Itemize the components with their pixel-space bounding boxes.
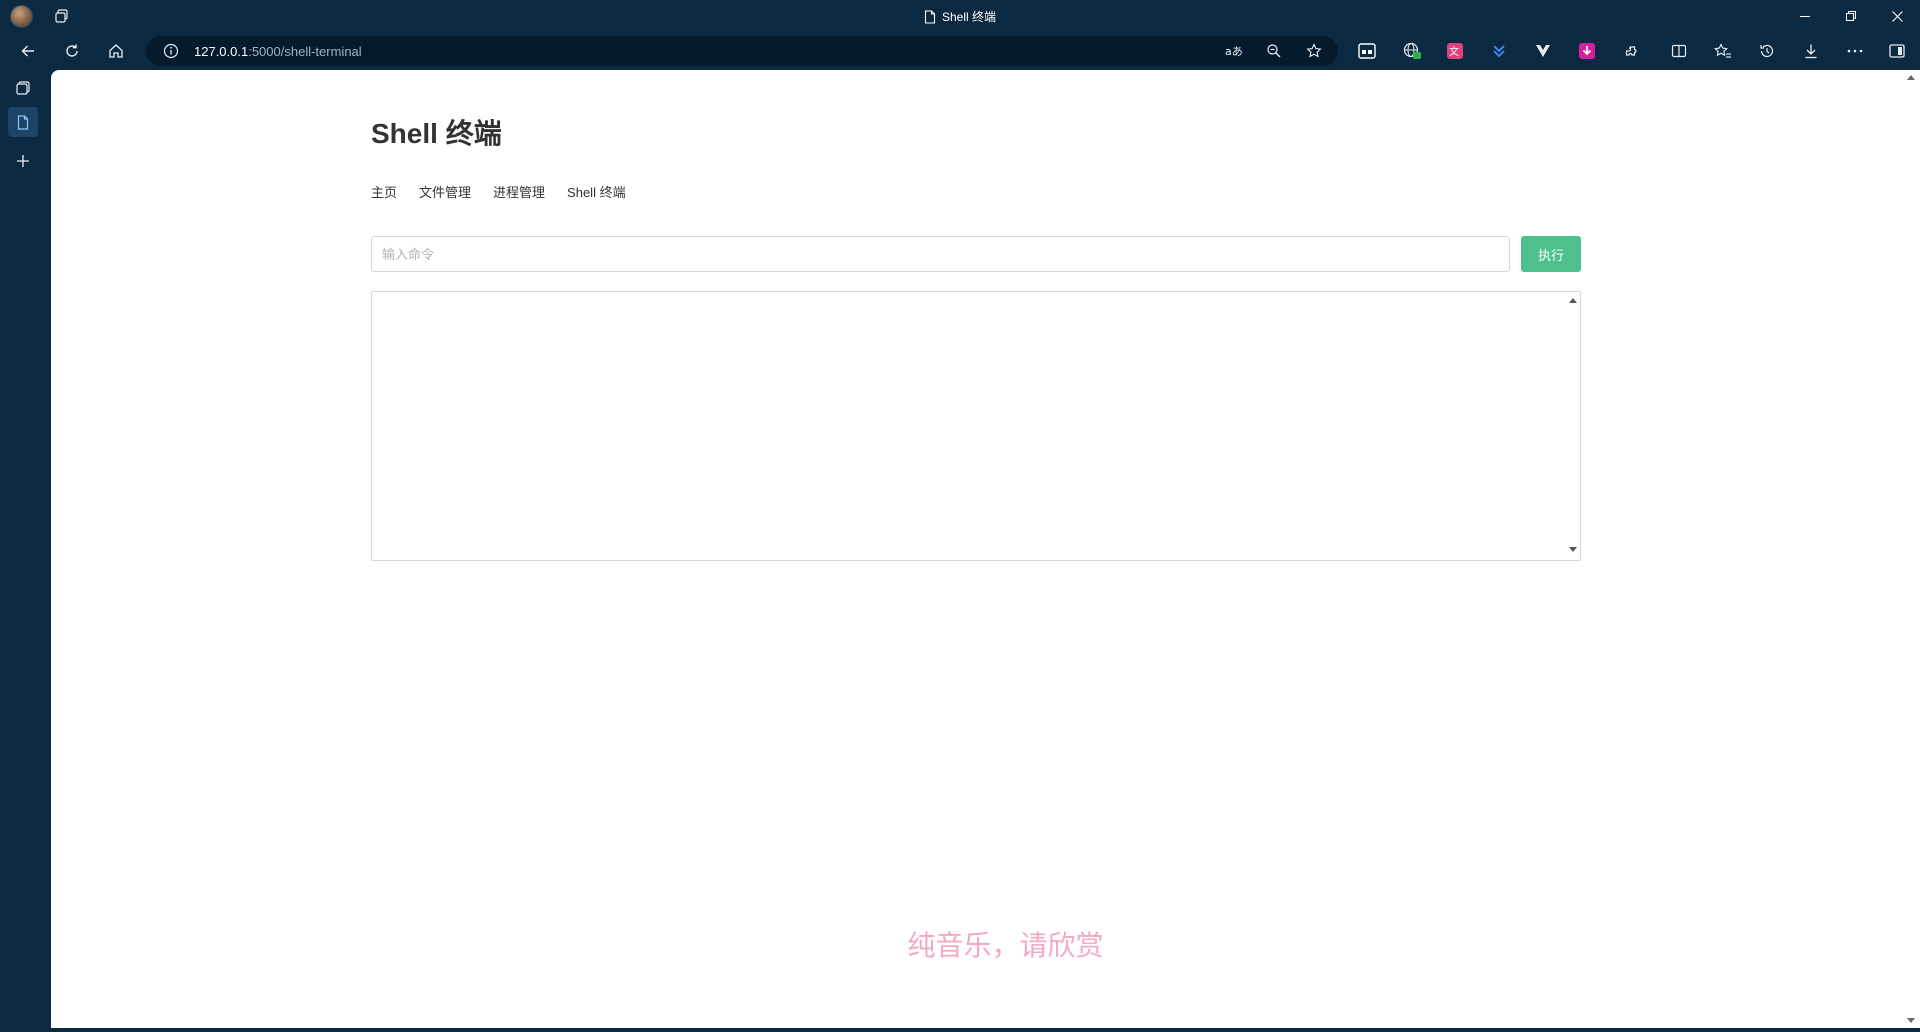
url-path: :5000/shell-terminal — [248, 44, 362, 59]
nav-link-shell-terminal[interactable]: Shell 终端 — [567, 182, 626, 201]
history-icon[interactable] — [1757, 41, 1777, 61]
window-controls — [1782, 0, 1920, 32]
page-viewport: Shell 终端 主页 文件管理 进程管理 Shell 终端 执行 纯音乐，请欣… — [51, 70, 1920, 1028]
ext-translate-icon[interactable]: 文 — [1445, 41, 1465, 61]
url-host: 127.0.0.1 — [194, 44, 249, 59]
read-aloud-icon[interactable]: aあ — [1223, 41, 1245, 61]
site-info-icon[interactable] — [160, 41, 182, 61]
more-options-icon[interactable] — [1845, 41, 1865, 61]
favorite-star-icon[interactable] — [1303, 41, 1325, 61]
terminal-output[interactable] — [371, 291, 1581, 561]
page-icon — [17, 114, 29, 130]
downloads-icon[interactable] — [1801, 41, 1821, 61]
ext-downloader-icon[interactable] — [1577, 41, 1597, 61]
sidebar-toggle-icon[interactable] — [1887, 41, 1907, 61]
ext-reader-icon[interactable] — [1357, 41, 1377, 61]
new-tab-icon[interactable] — [8, 146, 38, 176]
minimize-icon[interactable] — [1782, 0, 1828, 32]
home-icon[interactable] — [101, 37, 131, 65]
title-bar: Shell 终端 — [0, 0, 1920, 32]
browser-toolbar: 127.0.0.1:5000/shell-terminal aあ 文 — [0, 34, 1920, 68]
ext-vue-icon[interactable] — [1533, 41, 1553, 61]
zoom-out-icon[interactable] — [1263, 41, 1285, 61]
window-title-text: Shell 终端 — [941, 10, 997, 24]
nav-link-file-management[interactable]: 文件管理 — [419, 182, 471, 201]
footer-music-text: 纯音乐，请欣赏 — [907, 930, 1104, 961]
address-bar[interactable]: 127.0.0.1:5000/shell-terminal aあ — [146, 36, 1338, 66]
execute-button[interactable]: 执行 — [1521, 236, 1581, 272]
ext-globe-icon[interactable] — [1402, 41, 1422, 61]
url-text[interactable]: 127.0.0.1:5000/shell-terminal — [194, 44, 362, 59]
nav-link-process-management[interactable]: 进程管理 — [493, 182, 545, 201]
extensions-icon[interactable] — [1621, 41, 1641, 61]
page-scrollbar[interactable] — [1904, 70, 1918, 1028]
svg-text:aあ: aあ — [1225, 45, 1243, 58]
nav-link-home[interactable]: 主页 — [371, 182, 397, 201]
svg-text:文: 文 — [1449, 45, 1459, 58]
refresh-icon[interactable] — [57, 37, 87, 65]
restore-icon[interactable] — [1828, 0, 1874, 32]
tab-actions-icon[interactable] — [8, 73, 38, 103]
favorites-icon[interactable] — [1713, 41, 1733, 61]
page-title: Shell 终端 — [371, 118, 502, 149]
window-title: Shell 终端 — [0, 8, 1920, 25]
command-input[interactable] — [371, 236, 1510, 272]
page-icon — [924, 9, 936, 24]
output-scrollbar[interactable] — [1567, 293, 1579, 557]
main-nav: 主页 文件管理 进程管理 Shell 终端 — [371, 182, 626, 201]
split-screen-icon[interactable] — [1669, 41, 1689, 61]
vertical-tabs-sidebar — [0, 70, 50, 1032]
close-icon[interactable] — [1874, 0, 1920, 32]
tab-shell-terminal[interactable] — [8, 107, 38, 137]
ext-download-helper-icon[interactable] — [1489, 41, 1509, 61]
back-icon[interactable] — [13, 37, 43, 65]
